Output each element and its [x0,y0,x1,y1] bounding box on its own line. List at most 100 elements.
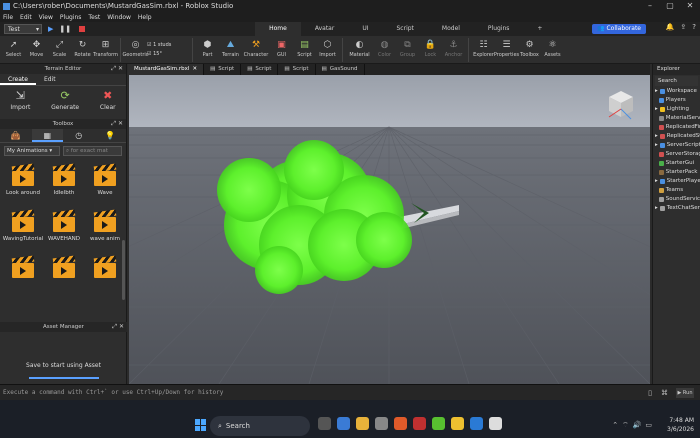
menu-file[interactable]: File [3,14,13,21]
tree-item-replicatedfirst[interactable]: ReplicatedFirst [653,123,700,132]
tree-item-players[interactable]: Players [653,96,700,105]
maximize-button[interactable]: ▢ [660,0,680,12]
tree-item-soundservice[interactable]: SoundService [653,195,700,204]
tab-avatar[interactable]: Avatar [301,22,348,36]
menu-window[interactable]: Window [107,14,131,21]
file-explorer-icon[interactable] [356,417,369,430]
pause-icon[interactable]: ❚❚ [59,25,71,33]
task-view-icon[interactable] [318,417,331,430]
share-icon[interactable]: ⇪ [680,23,686,31]
import-button[interactable]: ⬡ Import [316,36,339,59]
bookmark-icon[interactable]: ▯ [648,385,652,401]
terrain-button[interactable]: ⛰ Terrain [219,36,242,59]
command-bar[interactable]: Execute a command with Ctrl+` or use Ctr… [0,384,700,400]
tab-gassound[interactable]: ▤ GasSound [316,64,365,75]
tree-item-serverscriptservice[interactable]: ▸ServerScriptService [653,141,700,150]
clock[interactable]: 7:48 AM 3/6/2026 [667,416,694,434]
tab-edit[interactable]: Edit [36,74,64,85]
tree-item-starterplayer[interactable]: ▸ StarterPlayer [653,177,700,186]
opera-icon[interactable] [413,417,426,430]
collaborate-button[interactable]: 👥 Collaborate [592,24,646,34]
list-item[interactable]: Idlelbth [45,163,83,207]
move-snap-value[interactable]: ☑ 1 studs [147,41,189,50]
roblox-studio-taskbar-icon[interactable] [489,417,502,430]
tab-script-1[interactable]: ▤ Script [204,64,242,75]
geometric-button[interactable]: ◎ Geometric [122,36,148,59]
scale-tool-button[interactable]: ⤢ Scale [48,36,71,59]
windows-start-icon[interactable] [195,419,207,431]
menu-view[interactable]: View [39,14,53,21]
material-button[interactable]: ◐ Material [346,36,373,59]
snap-settings[interactable]: ☑ 1 studs ☑ 15° [147,36,189,59]
list-item[interactable]: WavingTutorial [3,209,43,253]
duolingo-icon[interactable] [432,417,445,430]
terrain-generate-button[interactable]: ⟳ Generate [51,89,79,119]
tab-model[interactable]: Model [428,22,474,36]
gui-button[interactable]: ▣ GUI [270,36,293,59]
tab-script-3[interactable]: ▤ Script [278,64,316,75]
tree-item-materialservice[interactable]: MaterialService [653,114,700,123]
list-item[interactable]: Look around [4,163,42,207]
command-input[interactable]: Execute a command with Ctrl+` or use Ctr… [3,389,223,396]
select-tool-button[interactable]: ➚ Select [2,36,25,59]
list-item[interactable]: Wave [86,163,124,207]
tab-script[interactable]: Script [383,22,428,36]
transform-tool-button[interactable]: ⊞ Transform [93,36,118,59]
tree-item-serverstorage[interactable]: ServerStorage [653,150,700,159]
chrome-icon[interactable] [451,417,464,430]
rotate-snap-value[interactable]: ☑ 15° [147,50,189,59]
help-icon[interactable]: ? [692,23,696,31]
tab-clock-icon[interactable]: ◷ [63,129,95,142]
terrain-clear-button[interactable]: ✖ Clear [100,89,116,119]
widgets-icon[interactable] [337,417,350,430]
bell-icon[interactable]: 🔔 [666,23,675,31]
tree-item-replicatedstorage[interactable]: ▸ReplicatedStorage [653,132,700,141]
test-mode-select[interactable]: Test ▾ [4,24,42,34]
color-button[interactable]: ◍ Color [373,36,396,59]
list-item[interactable] [86,255,124,295]
lock-button[interactable]: 🔒 Lock [419,36,442,59]
tree-item-starterpack[interactable]: StarterPack [653,168,700,177]
script-button[interactable]: ▤ Script [293,36,316,59]
tab-create[interactable]: Create [0,74,36,85]
tree-item-workspace[interactable]: ▸ Workspace [653,87,700,96]
tree-item-lighting[interactable]: ▸ Lighting [653,105,700,114]
category-dropdown[interactable]: My Animations ▾ [4,146,60,156]
battery-icon[interactable]: ▭ [645,421,652,430]
menu-test[interactable]: Test [88,14,100,21]
menu-edit[interactable]: Edit [20,14,32,21]
tab-bag-icon[interactable]: 👜 [0,129,32,142]
list-item[interactable] [45,255,83,295]
assets-button[interactable]: ⚛ Assets [541,36,564,59]
list-item[interactable]: WAVEHAND [45,209,83,253]
explorer-button[interactable]: ☷ Explorer [472,36,495,59]
wifi-icon[interactable]: ⌔ [622,421,629,430]
menu-plugins[interactable]: Plugins [60,14,82,21]
close-button[interactable]: ✕ [680,0,700,12]
list-item[interactable] [4,255,42,295]
code-icon[interactable]: ⌘ [661,385,668,401]
close-icon[interactable]: ⤢ ✕ [111,64,123,74]
tab-add[interactable]: + [523,22,556,36]
firefox-icon[interactable] [394,417,407,430]
tab-home[interactable]: Home [255,22,301,36]
tab-script-2[interactable]: ▤ Script [241,64,279,75]
tab-bulb-icon[interactable]: 💡 [95,129,127,142]
vscode-icon[interactable] [470,417,483,430]
store-icon[interactable] [375,417,388,430]
minimize-button[interactable]: – [640,0,660,12]
speaker-icon[interactable]: 🔊 [633,421,642,430]
anchor-button[interactable]: ⚓ Anchor [442,36,465,59]
tree-item-startergui[interactable]: StarterGui [653,159,700,168]
toolbox-search-input[interactable]: ⌕ for exact mat [63,146,122,156]
group-button[interactable]: ⧉ Group [396,36,419,59]
explorer-search-input[interactable]: Search [655,76,698,86]
rotate-tool-button[interactable]: ↻ Rotate [71,36,94,59]
taskbar-search[interactable]: ⌕ Search [210,416,310,436]
play-icon[interactable]: ▶ [48,25,53,33]
terrain-import-button[interactable]: ⇲ Import [10,89,30,119]
tree-item-textchatservice[interactable]: ▸TextChatService [653,204,700,213]
tab-ui[interactable]: UI [348,22,382,36]
toolbox-button[interactable]: ⚙ Toolbox [518,36,541,59]
properties-button[interactable]: ☰ Properties [494,36,519,59]
